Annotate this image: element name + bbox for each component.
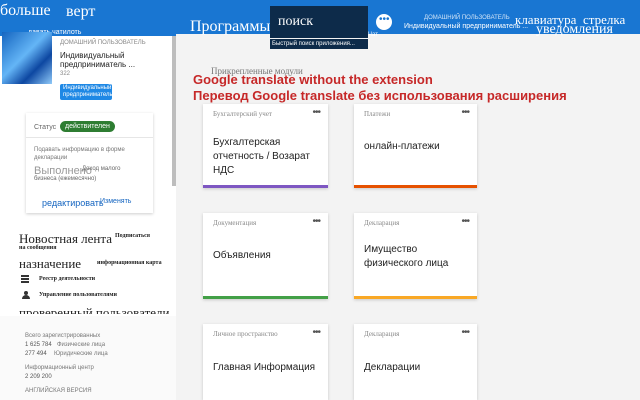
card-title: Главная Информация: [213, 362, 316, 373]
more-icon[interactable]: •••: [461, 107, 469, 118]
card-title: Объявления: [213, 250, 271, 261]
sidebar-user-id: 322: [60, 71, 71, 77]
module-card[interactable]: Декларация ••• Декларации: [354, 324, 477, 400]
module-card[interactable]: Декларация ••• Имущество физического лиц…: [354, 213, 477, 299]
chat-icon[interactable]: •••: [376, 14, 392, 30]
edit-link[interactable]: редактировать: [42, 198, 104, 208]
card-category: Декларация: [364, 219, 400, 227]
card-title: онлайн-платежи: [364, 141, 440, 152]
card-accent-bar: [354, 185, 477, 188]
user-type-badge: Индивидуальный предприниматель: [60, 84, 113, 100]
notifications-label[interactable]: уведомления: [536, 22, 613, 38]
more-icon[interactable]: •••: [461, 216, 469, 227]
more-icon[interactable]: •••: [312, 107, 320, 118]
card-title: Имущество физического лица: [364, 244, 449, 269]
list-icon: [21, 275, 29, 283]
subscribe-link[interactable]: Подписаться: [115, 233, 150, 239]
card-accent-bar: [203, 185, 328, 188]
more-icon[interactable]: •••: [461, 327, 469, 338]
sidebar-user-name-1: Индивидуальный: [60, 51, 125, 60]
users-icon: [22, 291, 30, 299]
search-tooltip: Быстрый поиск приложения...: [270, 39, 368, 49]
card-category: Бухгалтерский учет: [213, 110, 272, 118]
card-category: Личное пространство: [213, 330, 278, 338]
card-title: Бухгалтерская отчетность / Возарат НДС: [213, 137, 310, 176]
card-category: Платежи: [364, 110, 391, 118]
more-icon[interactable]: •••: [312, 327, 320, 338]
card-title: Декларации: [364, 362, 421, 373]
company-logo: [2, 32, 52, 84]
status-badge: действителен: [60, 121, 115, 132]
card-accent-bar: [354, 296, 477, 299]
sidebar-scrollbar[interactable]: [172, 36, 176, 186]
nav-vert[interactable]: верт: [66, 3, 95, 21]
registry-link[interactable]: Реестр деятельности: [39, 276, 95, 282]
overlay-translate-en: Google translate without the extension: [193, 72, 433, 87]
card-accent-bar: [203, 296, 328, 299]
module-card[interactable]: Бухгалтерский учет ••• Бухгалтерская отч…: [203, 104, 328, 188]
module-card[interactable]: Документация ••• Объявления: [203, 213, 328, 299]
card-category: Декларация: [364, 330, 400, 338]
user-management-link[interactable]: Управление пользователями: [39, 292, 117, 298]
more-icon[interactable]: •••: [312, 216, 320, 227]
assignment-link[interactable]: назначение: [19, 256, 81, 272]
edit-link-2[interactable]: Изменять: [100, 198, 131, 205]
info-map-link[interactable]: информационная карта: [97, 260, 162, 266]
user-role: ДОМАШНИЙ ПОЛЬЗОВАТЕЛЬ: [424, 15, 510, 21]
sidebar-user-name-2: предприниматель ...: [60, 60, 136, 69]
status-label: Статус: [34, 124, 57, 131]
module-card[interactable]: Платежи ••• онлайн-платежи: [354, 104, 477, 188]
programs-link[interactable]: Программы: [190, 18, 270, 36]
english-version-link[interactable]: АНГЛИЙСКАЯ ВЕРСИЯ: [25, 388, 92, 394]
module-card[interactable]: Личное пространство ••• Главная Информац…: [203, 324, 328, 400]
chat-label: Чат: [368, 32, 378, 38]
search-label: поиск: [278, 14, 313, 29]
overlay-translate-ru: Перевод Google translate без использован…: [193, 88, 567, 103]
sidebar-user-role: ДОМАШНИЙ ПОЛЬЗОВАТЕЛЬ: [60, 40, 146, 46]
search-box[interactable]: поиск: [270, 6, 368, 38]
user-name[interactable]: Индивидуальный предприниматель ...: [404, 23, 528, 30]
nav-more[interactable]: больше: [0, 2, 51, 20]
check-users-link[interactable]: проверенный пользователи: [19, 304, 169, 314]
card-category: Документация: [213, 219, 257, 227]
status-card: Статус действителен Подавать информацию …: [26, 113, 153, 213]
